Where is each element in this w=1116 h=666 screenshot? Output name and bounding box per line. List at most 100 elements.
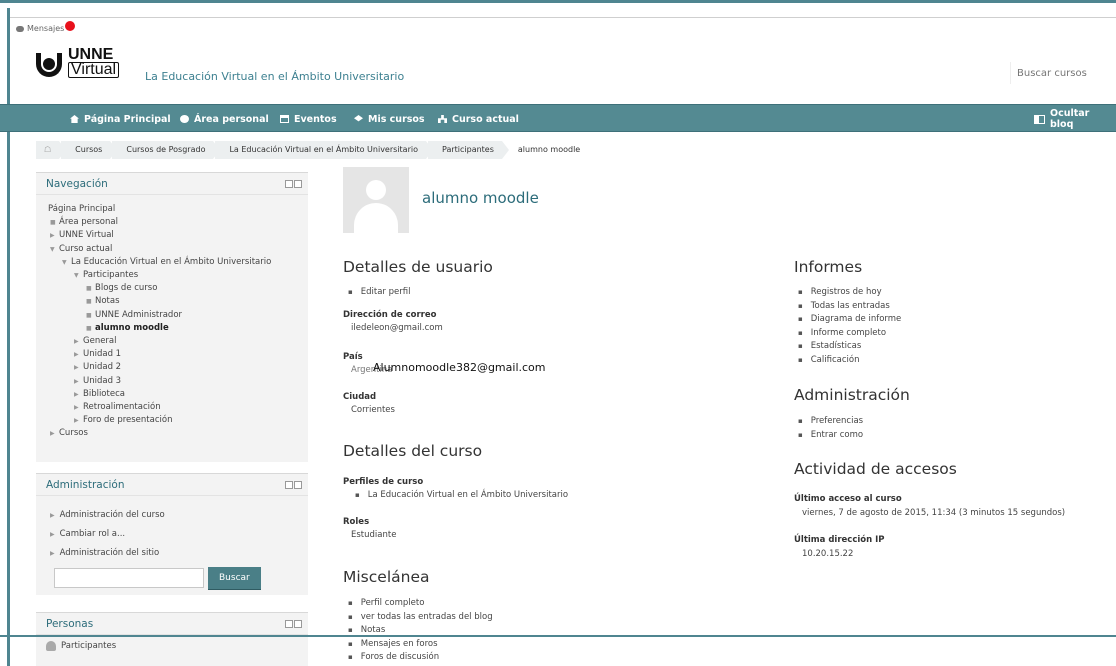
nav-tree-item[interactable]: ▶ Unidad 3 bbox=[46, 375, 298, 388]
email-value[interactable]: iledeleon@gmail.com bbox=[351, 323, 443, 333]
profile-name: alumno moodle bbox=[422, 189, 539, 207]
nav-tree-item[interactable]: ▼ La Educación Virtual en el Ámbito Unive… bbox=[46, 256, 298, 269]
report-outline-link[interactable]: Diagrama de informe bbox=[798, 313, 902, 327]
report-grade-link[interactable]: Calificación bbox=[798, 354, 901, 368]
window-frame-line bbox=[10, 17, 1116, 18]
breadcrumb-home-icon[interactable]: ☖ bbox=[36, 141, 67, 159]
search-courses-input[interactable] bbox=[1010, 62, 1116, 84]
calendar-icon bbox=[280, 115, 289, 123]
nav-tree-item[interactable]: Página Principal bbox=[46, 203, 298, 216]
misc-heading: Miscelánea bbox=[343, 568, 430, 586]
nav-label: Eventos bbox=[294, 113, 337, 125]
hide-blocks-label: Ocultar bloq bbox=[1050, 108, 1090, 130]
nav-events[interactable]: Eventos bbox=[280, 105, 337, 133]
report-complete-link[interactable]: Informe completo bbox=[798, 327, 901, 341]
blog-entries-link[interactable]: ver todas las entradas del blog bbox=[348, 611, 493, 625]
nav-tree-item-current[interactable]: ■ alumno moodle bbox=[46, 322, 298, 335]
report-today-link[interactable]: Registros de hoy bbox=[798, 286, 901, 300]
nav-tree-item[interactable]: ▶ Unidad 1 bbox=[46, 348, 298, 361]
collapse-icon[interactable] bbox=[285, 480, 293, 489]
roles-label: Roles bbox=[343, 517, 370, 527]
nav-tree-item[interactable]: ▶ Retroalimentación bbox=[46, 401, 298, 414]
nav-tree-item[interactable]: ▼ Participantes bbox=[46, 269, 298, 282]
home-icon bbox=[70, 115, 79, 123]
admin-search-button[interactable]: Buscar bbox=[208, 567, 261, 589]
dock-icon[interactable] bbox=[294, 619, 302, 628]
grades-link[interactable]: Notas bbox=[348, 624, 493, 638]
nav-tree-item[interactable]: ▶ UNNE Virtual bbox=[46, 229, 298, 242]
admin-search-input[interactable] bbox=[54, 568, 204, 588]
nav-current-course[interactable]: Curso actual bbox=[438, 105, 519, 133]
hide-blocks-button[interactable]: Ocultar bloq bbox=[1034, 105, 1116, 133]
profile-admin-heading: Administración bbox=[794, 386, 910, 404]
edit-profile-link[interactable]: Editar perfil bbox=[348, 286, 411, 300]
participants-link[interactable]: Participantes bbox=[36, 635, 308, 657]
user-icon bbox=[46, 641, 56, 651]
nav-tree-item[interactable]: ■ UNNE Administrador bbox=[46, 309, 298, 322]
messages-link[interactable]: Mensajes bbox=[16, 20, 76, 33]
login-as-link[interactable]: Entrar como bbox=[798, 429, 863, 443]
user-details-heading: Detalles de usuario bbox=[343, 258, 493, 276]
nav-label: Curso actual bbox=[452, 113, 519, 125]
nav-tree-item[interactable]: ▶ Biblioteca bbox=[46, 388, 298, 401]
collapse-icon[interactable] bbox=[285, 179, 293, 188]
sitemap-icon bbox=[438, 115, 447, 123]
country-label: País bbox=[343, 352, 363, 362]
reports-heading: Informes bbox=[794, 258, 863, 276]
breadcrumb-item[interactable]: Cursos bbox=[61, 141, 118, 159]
dock-icon[interactable] bbox=[294, 480, 302, 489]
administration-block-title: Administración bbox=[46, 478, 125, 491]
unne-logo-icon bbox=[34, 49, 64, 79]
site-logo[interactable]: UNNE Virtual bbox=[34, 46, 120, 79]
breadcrumb-current: alumno moodle bbox=[517, 145, 581, 154]
site-slogan: La Educación Virtual en el Ámbito Univer… bbox=[145, 70, 405, 83]
nav-tree-item[interactable]: ▶ General bbox=[46, 335, 298, 348]
nav-tree-item[interactable]: ■ Notas bbox=[46, 295, 298, 308]
nav-tree-item[interactable]: ▶ Cursos bbox=[46, 427, 298, 440]
logo-line-1: UNNE bbox=[68, 46, 114, 63]
administration-block: Administración ▶ Administración del curso… bbox=[36, 473, 308, 595]
nav-tree-item[interactable]: ▶ Unidad 2 bbox=[46, 361, 298, 374]
navigation-tree: Página Principal ■ Área personal ▶ UNNE Vi… bbox=[36, 195, 308, 449]
nav-label: Mis cursos bbox=[368, 113, 425, 125]
breadcrumb-item[interactable]: Cursos de Posgrado bbox=[112, 141, 221, 159]
panel-icon bbox=[1034, 114, 1045, 124]
admin-switch-role-item[interactable]: ▶ Cambiar rol a... bbox=[50, 525, 294, 544]
city-value: Corrientes bbox=[351, 405, 395, 415]
preferences-link[interactable]: Preferencias bbox=[798, 415, 863, 429]
access-activity-heading: Actividad de accesos bbox=[794, 460, 957, 478]
nav-dashboard[interactable]: Área personal bbox=[180, 105, 269, 133]
nav-tree-item[interactable]: ■ Blogs de curso bbox=[46, 282, 298, 295]
nav-tree-item[interactable]: ▶ Foro de presentación bbox=[46, 414, 298, 427]
navigation-block: Navegación Página Principal ■ Área person… bbox=[36, 172, 308, 462]
overlay-typed-email: Alumnomoodle382@gmail.com bbox=[373, 361, 546, 374]
admin-course-item[interactable]: ▶ Administración del curso bbox=[50, 506, 294, 525]
nav-my-courses[interactable]: Mis cursos bbox=[354, 105, 425, 133]
main-navbar: Página Principal Área personal Eventos M… bbox=[0, 104, 1116, 132]
breadcrumb-item[interactable]: La Educación Virtual en el Ámbito Univer… bbox=[215, 141, 433, 159]
nav-home[interactable]: Página Principal bbox=[70, 105, 171, 133]
report-stats-link[interactable]: Estadísticas bbox=[798, 340, 901, 354]
role-value: Estudiante bbox=[351, 530, 397, 540]
window-frame-top bbox=[0, 0, 1116, 10]
course-profile-link[interactable]: La Educación Virtual en el Ámbito Univer… bbox=[355, 489, 568, 503]
city-label: Ciudad bbox=[343, 392, 377, 402]
dashboard-icon bbox=[180, 115, 189, 123]
report-all-link[interactable]: Todas las entradas bbox=[798, 300, 901, 314]
full-profile-link[interactable]: Perfil completo bbox=[348, 597, 493, 611]
nav-tree-item[interactable]: ▼ Curso actual bbox=[46, 243, 298, 256]
email-label: Dirección de correo bbox=[343, 310, 437, 320]
forum-posts-link[interactable]: Mensajes en foros bbox=[348, 638, 493, 652]
course-details-heading: Detalles del curso bbox=[343, 442, 483, 460]
window-frame-bottom bbox=[0, 635, 1116, 637]
collapse-icon[interactable] bbox=[285, 619, 293, 628]
nav-tree-item[interactable]: ■ Área personal bbox=[46, 216, 298, 229]
user-avatar bbox=[343, 167, 409, 233]
discussions-link[interactable]: Foros de discusión bbox=[348, 651, 493, 665]
nav-label: Área personal bbox=[194, 113, 269, 125]
nav-label: Página Principal bbox=[84, 113, 171, 125]
dock-icon[interactable] bbox=[294, 179, 302, 188]
admin-site-item[interactable]: ▶ Administración del sitio bbox=[50, 544, 294, 563]
last-course-access-label: Último acceso al curso bbox=[794, 494, 902, 504]
breadcrumb-item[interactable]: Participantes bbox=[427, 141, 509, 159]
